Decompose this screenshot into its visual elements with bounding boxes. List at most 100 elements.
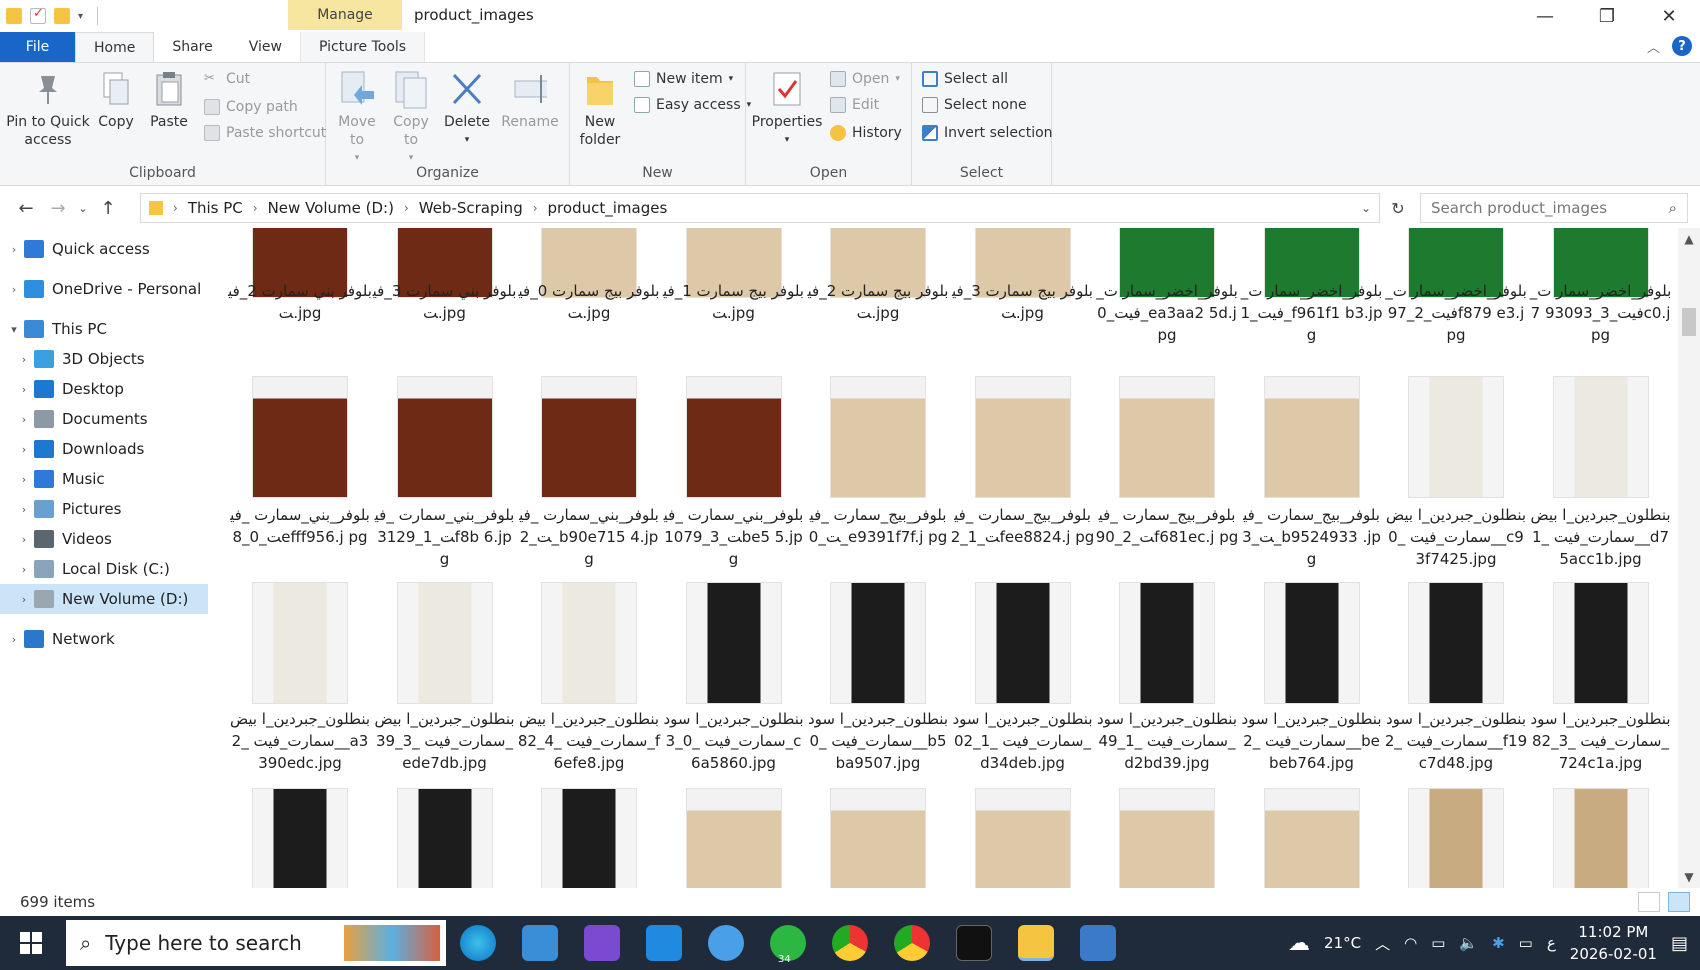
- tab-picture-tools[interactable]: Picture Tools: [299, 32, 426, 62]
- weather-temp[interactable]: 21°C: [1324, 934, 1361, 952]
- delete-button[interactable]: Delete ▾: [442, 69, 492, 149]
- edit-button[interactable]: Edit: [830, 97, 879, 113]
- volume-icon[interactable]: 🔈: [1459, 934, 1478, 952]
- image-thumbnail[interactable]: [830, 788, 926, 888]
- file-name[interactable]: بنطلون_جبردين_ا بيض_سمارت_فيت _0_c93f742…: [1384, 504, 1528, 570]
- file-name[interactable]: بلوفر بني سمارت 2_فيت.jpg: [228, 280, 372, 324]
- whatsapp-icon[interactable]: 34: [770, 925, 806, 965]
- computer-icon[interactable]: [522, 925, 558, 961]
- breadcrumb-this-pc[interactable]: This PC: [188, 199, 243, 217]
- file-name[interactable]: بلوفر بيج سمارت 3_فيت.jpg: [951, 280, 1095, 324]
- restore-button[interactable]: ❐: [1576, 0, 1638, 32]
- file-name[interactable]: بلوفر_بيج_سمارت _فيت_3_b9524933 .jpg: [1240, 504, 1384, 570]
- chevron-right-icon[interactable]: ›: [14, 413, 34, 426]
- image-thumbnail[interactable]: [685, 376, 782, 498]
- properties-qat-icon[interactable]: ✓: [30, 6, 46, 24]
- scroll-thumb[interactable]: [1682, 308, 1696, 336]
- file-name[interactable]: بنطلون_جبردين_ا سود_سمارت_فيت _0_3c6a586…: [662, 708, 806, 774]
- up-button[interactable]: ↑: [92, 198, 124, 219]
- language-indicator[interactable]: ع: [1547, 934, 1556, 952]
- image-thumbnail[interactable]: [396, 582, 493, 704]
- easy-access-button[interactable]: Easy access ▾: [634, 97, 751, 113]
- tab-home[interactable]: Home: [75, 32, 155, 62]
- image-thumbnail[interactable]: [1552, 582, 1649, 704]
- file-name[interactable]: بنطلون_جبردين_ا بيض_سمارت_فيت _1_d75acc1…: [1529, 504, 1673, 570]
- file-name[interactable]: بلوفر_بني_سمارت _فيت_2_b90e715 4.jpg: [517, 504, 661, 570]
- new-item-button[interactable]: New item ▾: [634, 71, 733, 87]
- file-name[interactable]: بلوفر_اخضر_سمار ت_فيت_1_f961f1 b3.jpg: [1240, 280, 1384, 346]
- chevron-down-icon[interactable]: ▾: [4, 323, 24, 336]
- image-thumbnail[interactable]: [974, 376, 1071, 498]
- image-thumbnail[interactable]: [1263, 582, 1360, 704]
- file-explorer-icon[interactable]: [1018, 925, 1054, 961]
- pin-quick-access-button[interactable]: Pin to Quick access: [6, 69, 90, 149]
- edge-icon[interactable]: [460, 925, 496, 961]
- image-thumbnail[interactable]: [830, 376, 926, 498]
- nav-item[interactable]: › Videos: [0, 524, 208, 554]
- history-button[interactable]: History: [830, 125, 902, 141]
- scroll-down-icon[interactable]: ▼: [1678, 870, 1700, 884]
- image-thumbnail[interactable]: [1119, 788, 1215, 888]
- image-thumbnail[interactable]: [541, 582, 637, 704]
- battery-icon[interactable]: ▭: [1519, 934, 1533, 952]
- file-name[interactable]: بلوفر_بيج_سمارت _فيت_0_e9391f7f.j pg: [806, 504, 950, 548]
- copy-path-button[interactable]: Copy path: [204, 99, 298, 115]
- select-all-button[interactable]: Select all: [922, 71, 1008, 87]
- image-thumbnail[interactable]: [1119, 376, 1215, 498]
- breadcrumb-separator[interactable]: ›: [533, 201, 538, 215]
- image-thumbnail[interactable]: [974, 582, 1071, 704]
- forward-button[interactable]: →: [42, 198, 74, 219]
- weather-icon[interactable]: ☁: [1288, 931, 1310, 956]
- image-thumbnail[interactable]: [1552, 788, 1649, 888]
- chevron-right-icon[interactable]: ›: [14, 533, 34, 546]
- back-button[interactable]: ←: [10, 198, 42, 219]
- chevron-right-icon[interactable]: ›: [14, 473, 34, 486]
- manage-context-tab[interactable]: Manage: [288, 0, 402, 30]
- properties-button[interactable]: Properties ▾: [752, 69, 822, 149]
- vscode-icon[interactable]: [646, 925, 682, 961]
- move-to-button[interactable]: Move to ▾: [332, 69, 382, 167]
- network-icon[interactable]: ▭: [1431, 934, 1445, 952]
- show-hidden-icons[interactable]: ︿: [1375, 933, 1390, 954]
- file-name[interactable]: بنطلون_جبردين_ا سود_سمارت_فيت _2_f19c7d4…: [1384, 708, 1528, 774]
- file-name[interactable]: بلوفر_بني_سمارت _فيت_1_3129f8b 6.jpg: [373, 504, 517, 570]
- visual-studio-icon[interactable]: [584, 925, 620, 961]
- file-name[interactable]: بلوفر بيج سمارت 0_فيت.jpg: [517, 280, 661, 324]
- chevron-right-icon[interactable]: ›: [14, 353, 34, 366]
- paste-button[interactable]: Paste: [146, 69, 192, 131]
- scroll-up-icon[interactable]: ▲: [1678, 232, 1700, 246]
- nav-item[interactable]: › Network: [0, 624, 208, 654]
- address-bar[interactable]: › This PC › New Volume (D:) › Web-Scrapi…: [140, 193, 1380, 223]
- image-thumbnail[interactable]: [1119, 582, 1215, 704]
- file-name[interactable]: بلوفر_بيج_سمارت _فيت_1_2fee8824.j pg: [951, 504, 1095, 548]
- nav-item[interactable]: › Pictures: [0, 494, 208, 524]
- file-name[interactable]: بنطلون_جبردين_ا سود_سمارت_فيت _1_49d2bd3…: [1095, 708, 1239, 774]
- chrome-icon[interactable]: [894, 925, 930, 961]
- copy-button[interactable]: Copy: [94, 69, 138, 131]
- image-thumbnail[interactable]: [1408, 582, 1504, 704]
- image-thumbnail[interactable]: [1263, 788, 1360, 888]
- image-thumbnail[interactable]: [685, 788, 782, 888]
- file-name[interactable]: بلوفر_بني_سمارت _فيت_3_1079be5 5.jpg: [662, 504, 806, 570]
- image-thumbnail[interactable]: [541, 376, 637, 498]
- chevron-right-icon[interactable]: ›: [14, 383, 34, 396]
- calculator-icon[interactable]: [1080, 925, 1116, 961]
- breadcrumb-separator[interactable]: ›: [253, 201, 258, 215]
- image-thumbnail[interactable]: [830, 582, 926, 704]
- nav-item[interactable]: › Music: [0, 464, 208, 494]
- cut-button[interactable]: ✂ Cut: [204, 71, 250, 87]
- customize-qat-icon[interactable]: ▾: [78, 11, 83, 22]
- file-name[interactable]: بلوفر_اخضر_سمار ت_فيت_2_97f879 e3.jpg: [1384, 280, 1528, 346]
- chevron-right-icon[interactable]: ›: [4, 633, 24, 646]
- start-button[interactable]: [0, 916, 62, 970]
- open-button[interactable]: Open ▾: [830, 71, 900, 87]
- close-button[interactable]: ✕: [1638, 0, 1700, 32]
- large-icons-view-button[interactable]: [1668, 892, 1690, 912]
- breadcrumb-separator[interactable]: ›: [173, 201, 178, 215]
- image-thumbnail[interactable]: [1408, 788, 1504, 888]
- file-name[interactable]: بلوفر_اخضر_سمار ت_فيت_0_ea3aa2 5d.jpg: [1095, 280, 1239, 346]
- terminal-icon[interactable]: [956, 925, 992, 961]
- taskbar-search[interactable]: ⌕ Type here to search: [66, 920, 446, 966]
- chevron-right-icon[interactable]: ›: [14, 503, 34, 516]
- image-thumbnail[interactable]: [1263, 376, 1360, 498]
